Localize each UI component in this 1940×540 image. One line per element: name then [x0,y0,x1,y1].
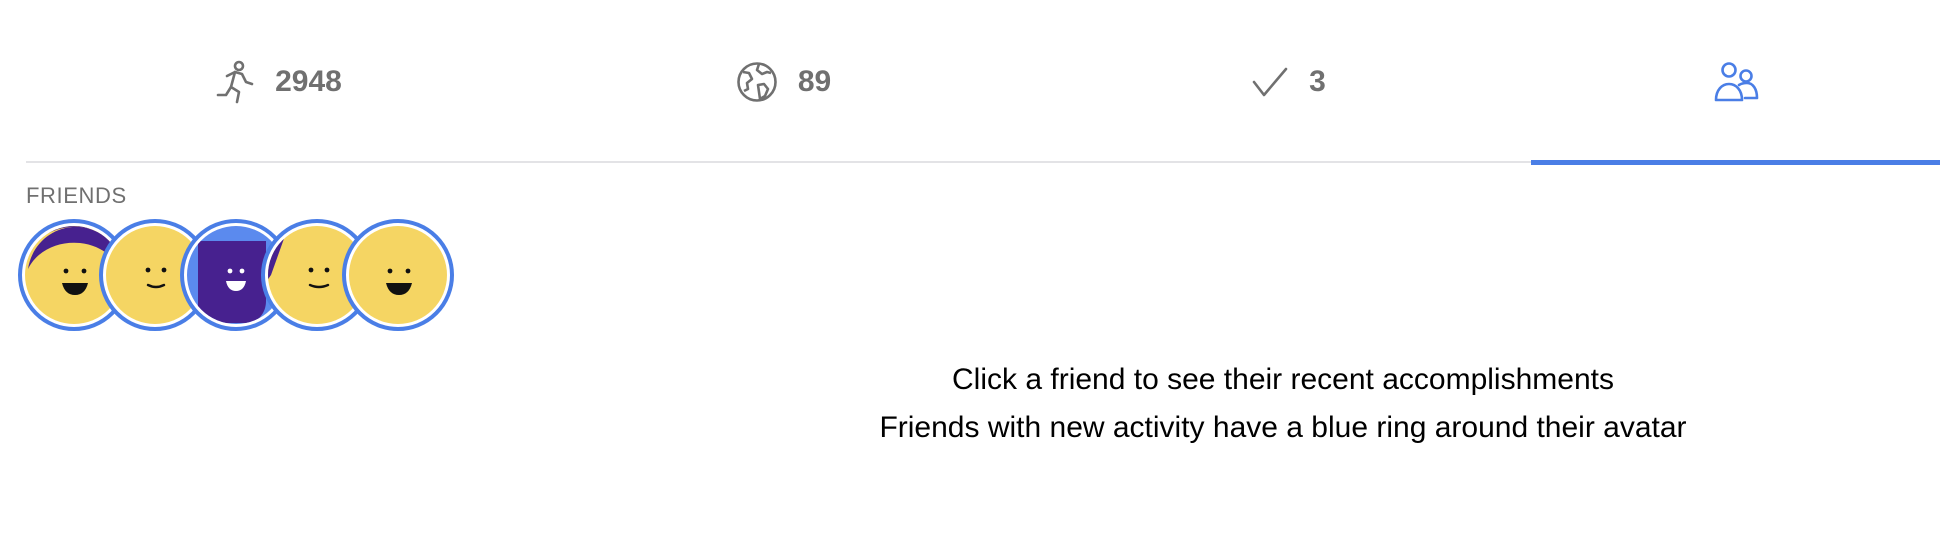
tab-friends[interactable] [1531,0,1940,165]
stats-tab-bar: 2948 89 3 [26,0,1940,165]
globe-icon [736,61,778,103]
people-icon [1713,61,1759,103]
friends-section-label: FRIENDS [26,183,127,208]
hint-line-2: Friends with new activity have a blue ri… [879,411,1687,444]
tab-completed[interactable]: 3 [1036,0,1541,163]
friends-hint: Click a friend to see their recent accom… [700,356,1866,452]
friend-avatar-5[interactable] [342,219,454,331]
friends-avatar-list [18,219,458,331]
tab-activity[interactable]: 2948 [26,0,531,163]
completed-count: 3 [1309,64,1326,98]
hint-line-1: Click a friend to see their recent accom… [952,363,1614,396]
activity-count: 2948 [275,64,342,98]
globe-count: 89 [797,64,832,98]
running-person-icon [215,60,255,104]
tab-globe[interactable]: 89 [531,0,1036,163]
active-tab-indicator [1531,160,1940,165]
checkmark-icon [1251,66,1289,98]
